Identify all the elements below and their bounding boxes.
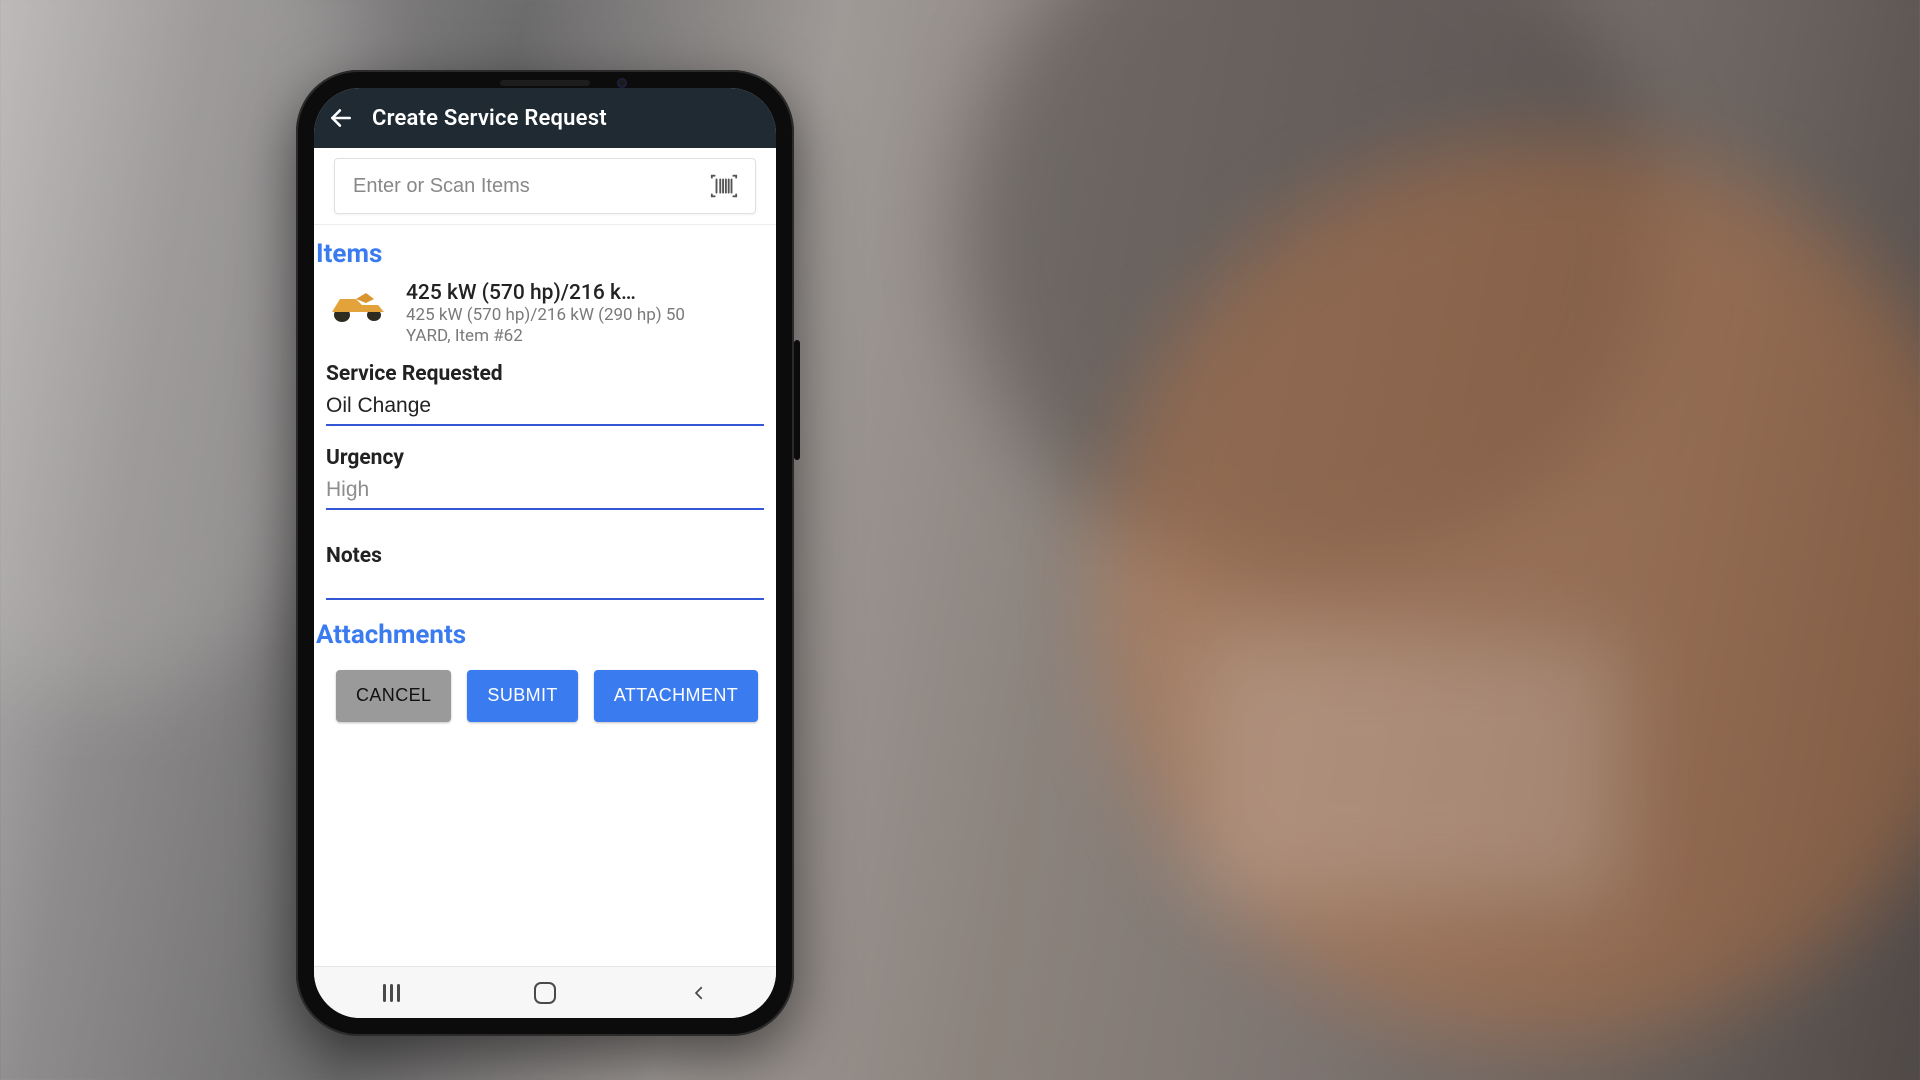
urgency-label: Urgency (326, 446, 764, 470)
barcode-scan-icon[interactable] (707, 169, 741, 203)
search-box (334, 158, 756, 214)
item-title: 425 kW (570 hp)/216 k… (406, 281, 764, 305)
cancel-button[interactable]: CANCEL (336, 670, 451, 722)
search-area (314, 148, 776, 225)
item-thumbnail (326, 285, 388, 325)
items-section-title: Items (314, 231, 776, 275)
back-arrow-icon[interactable] (328, 105, 354, 131)
phone-screen: Create Service Request Items (314, 88, 776, 1018)
phone-power-button (794, 340, 800, 460)
app-header: Create Service Request (314, 88, 776, 148)
android-navbar (314, 966, 776, 1018)
phone-speaker (500, 80, 590, 86)
background-shape (1200, 640, 1620, 900)
form-content: Items 425 kW (570 hp)/216 k… 425 (314, 225, 776, 722)
action-buttons: CANCEL SUBMIT ATTACHMENT (314, 656, 776, 722)
urgency-input[interactable] (326, 474, 764, 510)
notes-input[interactable] (326, 572, 764, 600)
nav-recent-apps-icon[interactable] (361, 978, 421, 1008)
nav-back-icon[interactable] (669, 978, 729, 1008)
search-input[interactable] (353, 175, 695, 198)
page-title: Create Service Request (372, 106, 607, 131)
phone-frame: Create Service Request Items (296, 70, 794, 1036)
notes-label: Notes (326, 544, 764, 568)
attachments-section-title: Attachments (314, 612, 776, 656)
nav-home-icon[interactable] (515, 978, 575, 1008)
phone-camera (617, 78, 627, 88)
submit-button[interactable]: SUBMIT (467, 670, 577, 722)
service-requested-input[interactable] (326, 390, 764, 426)
item-row[interactable]: 425 kW (570 hp)/216 k… 425 kW (570 hp)/2… (314, 275, 776, 356)
service-requested-label: Service Requested (326, 362, 764, 386)
attachment-button[interactable]: ATTACHMENT (594, 670, 758, 722)
item-subtitle: 425 kW (570 hp)/216 kW (290 hp) 50 YARD,… (406, 305, 696, 348)
